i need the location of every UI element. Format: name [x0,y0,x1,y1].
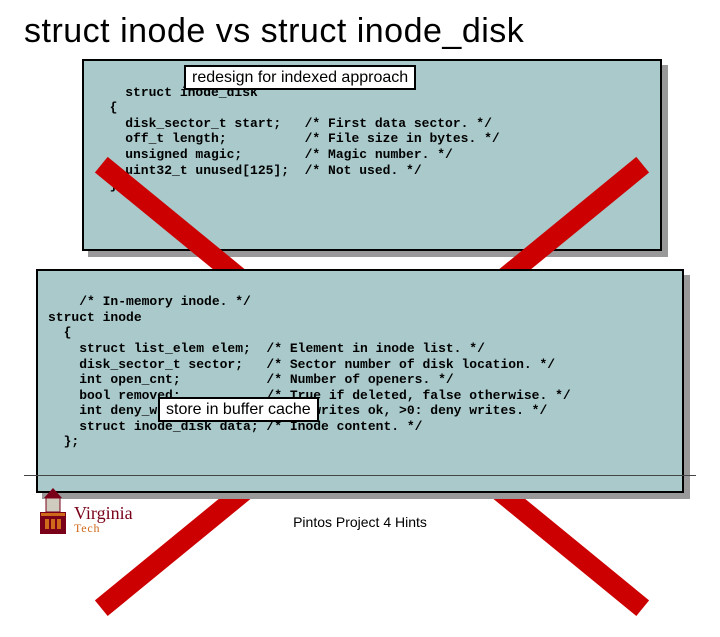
code-inode-disk: struct inode_disk { disk_sector_t start;… [94,85,500,194]
code-inode-mem: /* In-memory inode. */ struct inode { st… [48,294,571,449]
code-box-inode-disk: struct inode_disk { disk_sector_t start;… [82,59,662,251]
slide: struct inode vs struct inode_disk struct… [0,0,720,540]
code-box-inode-mem: /* In-memory inode. */ struct inode { st… [36,269,684,494]
callout-buffer-cache: store in buffer cache [158,397,319,422]
slide-title: struct inode vs struct inode_disk [24,12,696,51]
footer-rule [24,475,696,476]
callout-redesign: redesign for indexed approach [184,65,416,90]
footer-text: Pintos Project 4 Hints [0,514,720,530]
